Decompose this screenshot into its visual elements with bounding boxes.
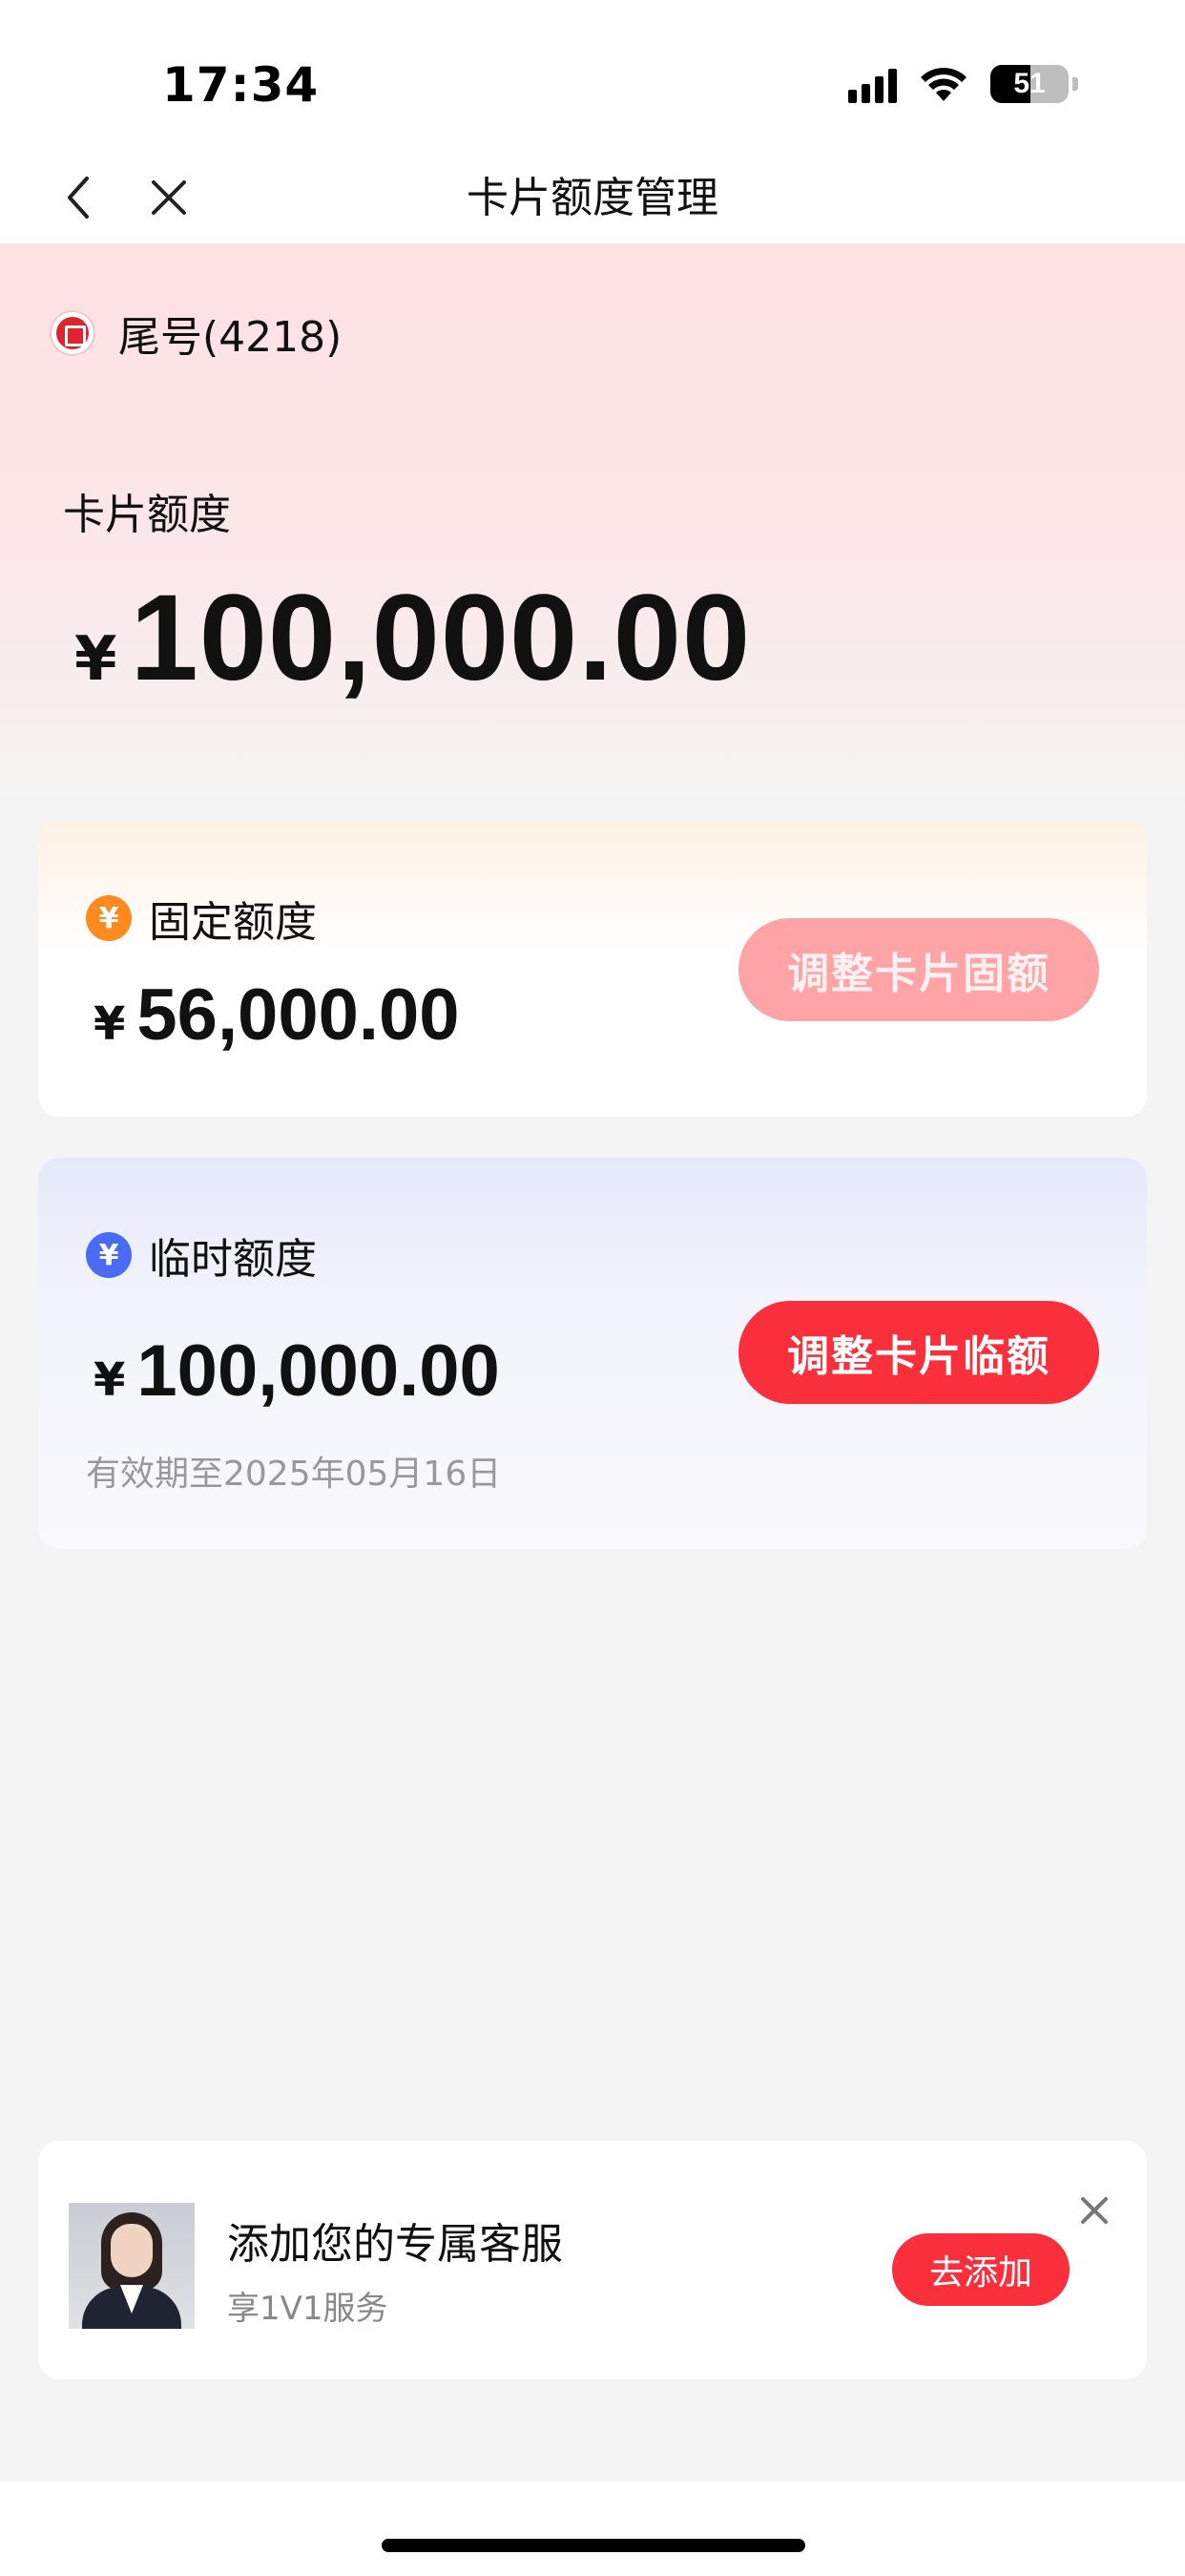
card-limit-label: 卡片额度 <box>63 491 231 539</box>
home-indicator[interactable] <box>382 2539 805 2552</box>
wifi-icon <box>921 68 967 101</box>
temp-limit-expiry: 有效期至2025年05月16日 <box>86 1455 502 1494</box>
dismiss-service-button[interactable] <box>1071 2187 1118 2234</box>
fixed-limit-title: 固定额度 <box>149 898 317 947</box>
temp-limit-amount: ¥ 100,000.00 <box>94 1330 500 1413</box>
page-title: 卡片额度管理 <box>467 174 718 222</box>
fixed-limit-value: 56,000.00 <box>136 974 460 1056</box>
status-bar: 17:34 51 <box>0 0 1185 153</box>
battery-level: 51 <box>1013 68 1046 99</box>
currency-symbol: ¥ <box>94 1353 126 1407</box>
temp-limit-header: ¥ 临时额度 <box>86 1225 317 1286</box>
battery-icon: 51 <box>990 65 1069 103</box>
nav-bar: 卡片额度管理 <box>0 153 1185 243</box>
battery-tip <box>1072 77 1078 91</box>
bank-logo-icon <box>50 310 95 356</box>
fixed-limit-card: ¥ 固定额度 ¥ 56,000.00 调整卡片固额 <box>38 821 1147 1117</box>
card-limit-amount: ¥ 100,000.00 <box>74 568 751 708</box>
temp-limit-card: ¥ 临时额度 ¥ 100,000.00 有效期至2025年05月16日 调整卡片… <box>38 1158 1147 1549</box>
bottom-bar <box>0 2482 1185 2576</box>
status-icons: 51 <box>848 65 1078 103</box>
card-limit-value: 100,000.00 <box>130 570 752 706</box>
adjust-fixed-limit-button[interactable]: 调整卡片固额 <box>738 918 1099 1021</box>
temp-limit-value: 100,000.00 <box>136 1330 500 1412</box>
status-time: 17:34 <box>162 57 320 113</box>
currency-symbol: ¥ <box>94 997 126 1051</box>
currency-symbol: ¥ <box>74 624 117 695</box>
adjust-temp-limit-button[interactable]: 调整卡片临额 <box>738 1301 1099 1404</box>
close-icon <box>1081 2197 1108 2224</box>
service-subtitle: 享1V1服务 <box>227 2290 388 2328</box>
service-title: 添加您的专属客服 <box>227 2220 563 2269</box>
fixed-limit-header: ¥ 固定额度 <box>86 888 317 949</box>
signal-bars-icon <box>848 65 897 103</box>
yen-coin-icon: ¥ <box>86 1232 132 1278</box>
card-tail-number: 尾号(4218) <box>118 313 343 362</box>
card-tail: 尾号(4218) <box>50 303 342 364</box>
avatar <box>69 2203 195 2329</box>
hero-section: 尾号(4218) 卡片额度 ¥ 100,000.00 <box>0 243 1185 816</box>
customer-service-card: 添加您的专属客服 享1V1服务 去添加 <box>38 2141 1147 2379</box>
fixed-limit-amount: ¥ 56,000.00 <box>94 974 460 1057</box>
yen-coin-icon: ¥ <box>86 895 132 941</box>
add-service-button[interactable]: 去添加 <box>892 2233 1070 2306</box>
temp-limit-title: 临时额度 <box>149 1235 317 1284</box>
